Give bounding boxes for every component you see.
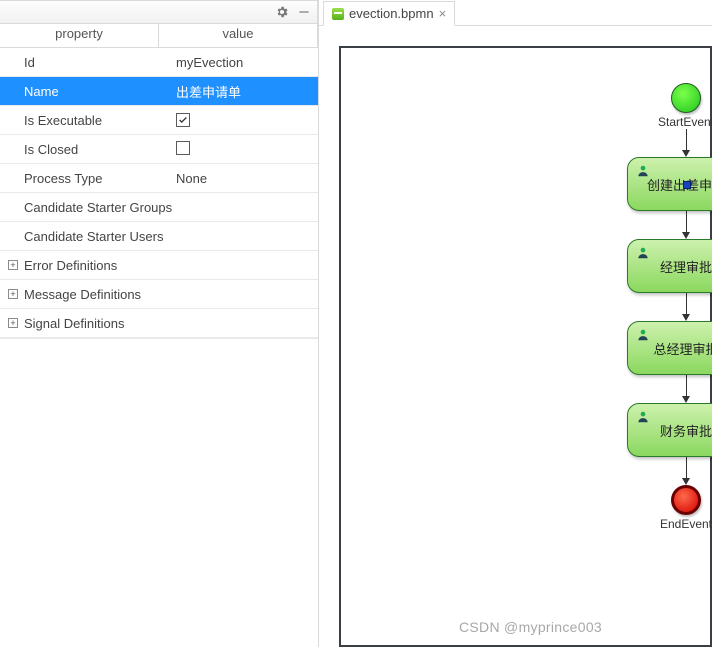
minimize-icon[interactable] — [297, 5, 311, 19]
property-value[interactable]: myEvection — [172, 55, 318, 70]
tree-row-signal-definitions[interactable]: + Signal Definitions — [0, 309, 318, 338]
expand-icon[interactable]: + — [8, 260, 18, 270]
sequence-flow[interactable] — [682, 457, 690, 485]
property-label: Is Executable — [24, 113, 172, 128]
tab-filename: evection.bpmn — [349, 6, 434, 21]
canvas-wrap: StartEvent 创建出差申请 经理审批 — [319, 26, 712, 647]
sequence-flow[interactable] — [682, 129, 690, 157]
property-label: Name — [24, 84, 172, 99]
tree-label: Error Definitions — [24, 258, 318, 273]
expand-icon[interactable]: + — [8, 289, 18, 299]
properties-header: property value — [0, 24, 318, 48]
property-value[interactable]: None — [172, 171, 318, 186]
task-label: 经理审批 — [660, 257, 712, 276]
user-task-2[interactable]: 总经理审批 — [627, 321, 712, 375]
tree-label: Message Definitions — [24, 287, 318, 302]
end-event[interactable] — [671, 485, 701, 515]
gear-icon[interactable] — [275, 5, 289, 19]
column-header-value: value — [159, 24, 318, 48]
user-task-0[interactable]: 创建出差申请 — [627, 157, 712, 211]
task-label: 财务审批 — [660, 421, 712, 440]
selection-handle[interactable] — [683, 181, 691, 189]
expand-icon[interactable]: + — [8, 318, 18, 328]
property-row-executable[interactable]: Is Executable — [0, 106, 318, 135]
executable-checkbox[interactable] — [176, 113, 190, 127]
user-icon — [636, 410, 650, 427]
task-label: 创建出差申请 — [647, 175, 712, 194]
panel-toolbar — [0, 0, 318, 24]
bpmn-file-icon — [332, 8, 344, 20]
sequence-flow[interactable] — [682, 211, 690, 239]
user-icon — [636, 164, 650, 181]
property-label: Process Type — [24, 171, 172, 186]
editor-panel: evection.bpmn × StartEvent 创建出差申请 — [318, 0, 712, 647]
user-icon — [636, 246, 650, 263]
closed-checkbox[interactable] — [176, 141, 190, 155]
property-value[interactable]: 出差申请单 — [172, 82, 318, 101]
task-label: 总经理审批 — [653, 339, 712, 358]
user-task-3[interactable]: 财务审批 — [627, 403, 712, 457]
start-event-label: StartEvent — [658, 115, 712, 129]
property-label: Candidate Starter Users — [24, 229, 172, 244]
sequence-flow[interactable] — [682, 293, 690, 321]
user-task-1[interactable]: 经理审批 — [627, 239, 712, 293]
close-icon[interactable]: × — [439, 6, 447, 21]
tree-row-message-definitions[interactable]: + Message Definitions — [0, 280, 318, 309]
property-row-id[interactable]: Id myEvection — [0, 48, 318, 77]
property-row-candidate-groups[interactable]: Candidate Starter Groups — [0, 193, 318, 222]
property-label: Id — [24, 55, 172, 70]
property-row-process-type[interactable]: Process Type None — [0, 164, 318, 193]
column-header-property: property — [0, 24, 159, 48]
property-row-closed[interactable]: Is Closed — [0, 135, 318, 164]
property-row-candidate-users[interactable]: Candidate Starter Users — [0, 222, 318, 251]
diagram-canvas[interactable]: StartEvent 创建出差申请 经理审批 — [339, 46, 712, 647]
tree-row-error-definitions[interactable]: + Error Definitions — [0, 251, 318, 280]
end-event-label: EndEvent — [660, 517, 712, 531]
sequence-flow[interactable] — [682, 375, 690, 403]
user-icon — [636, 328, 650, 345]
property-row-name[interactable]: Name 出差申请单 — [0, 77, 318, 106]
start-event[interactable] — [671, 83, 701, 113]
tree-label: Signal Definitions — [24, 316, 318, 331]
property-label: Candidate Starter Groups — [24, 200, 172, 215]
property-label: Is Closed — [24, 142, 172, 157]
properties-panel: property value Id myEvection Name 出差申请单 … — [0, 0, 318, 647]
editor-tab[interactable]: evection.bpmn × — [323, 1, 455, 26]
editor-tabbar: evection.bpmn × — [319, 0, 712, 26]
